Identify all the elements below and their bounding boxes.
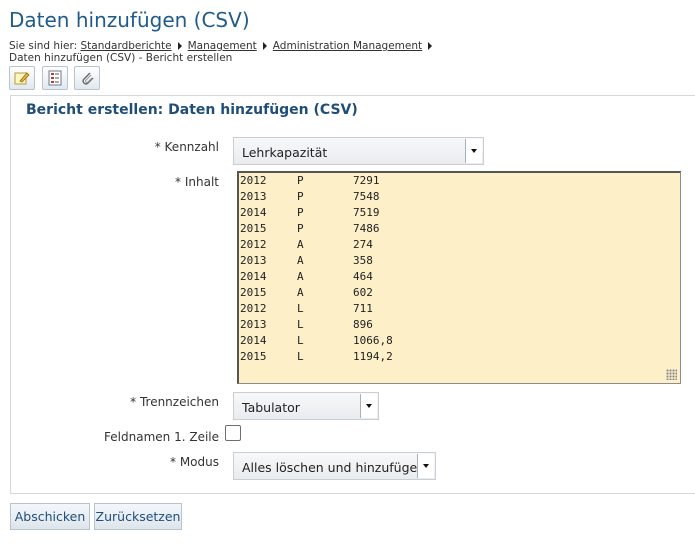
inhalt-year: 2015 bbox=[240, 350, 267, 363]
inhalt-value: 274 bbox=[353, 238, 373, 251]
modus-select[interactable]: Alles löschen und hinzufügen bbox=[233, 452, 436, 480]
modus-dropdown-arrow[interactable] bbox=[417, 454, 434, 478]
inhalt-year: 2015 bbox=[240, 222, 267, 235]
kennzahl-label: * Kennzahl bbox=[154, 140, 219, 154]
inhalt-year: 2012 bbox=[240, 302, 267, 315]
inhalt-code: A bbox=[297, 286, 304, 299]
modus-label: * Modus bbox=[170, 455, 219, 469]
inhalt-value: 711 bbox=[353, 302, 373, 315]
inhalt-label: * Inhalt bbox=[175, 175, 219, 189]
trennzeichen-value: Tabulator bbox=[242, 400, 300, 415]
inhalt-year: 2013 bbox=[240, 190, 267, 203]
reset-button[interactable]: Zurücksetzen bbox=[94, 503, 182, 530]
breadcrumb-arrow-icon bbox=[177, 41, 182, 50]
trennzeichen-select[interactable]: Tabulator bbox=[233, 392, 379, 420]
inhalt-code: L bbox=[297, 318, 304, 331]
list-icon bbox=[48, 70, 62, 86]
inhalt-code: L bbox=[297, 334, 304, 347]
inhalt-code: L bbox=[297, 302, 304, 315]
inhalt-textarea[interactable]: 2012 P 7291 2013 P 7548 2014 P 7519 2015 P 7486 2012… bbox=[237, 171, 681, 384]
edit-button[interactable] bbox=[9, 66, 35, 90]
breadcrumb-arrow-icon bbox=[428, 41, 433, 50]
feldnamen-checkbox[interactable] bbox=[225, 425, 241, 441]
inhalt-code: A bbox=[297, 238, 304, 251]
attachment-button[interactable] bbox=[74, 66, 100, 90]
breadcrumb-link-management[interactable]: Management bbox=[188, 40, 257, 52]
inhalt-value: 602 bbox=[353, 286, 373, 299]
breadcrumb-current: Daten hinzufügen (CSV) - Bericht erstell… bbox=[9, 52, 233, 64]
inhalt-year: 2013 bbox=[240, 318, 267, 331]
attachment-icon bbox=[82, 72, 94, 85]
inhalt-year: 2013 bbox=[240, 254, 267, 267]
inhalt-code: P bbox=[297, 222, 304, 235]
chevron-down-icon bbox=[471, 149, 477, 153]
resize-grip-icon[interactable] bbox=[666, 369, 677, 380]
kennzahl-value: Lehrkapazität bbox=[242, 145, 328, 160]
breadcrumb-link-standardberichte[interactable]: Standardberichte bbox=[80, 40, 171, 52]
inhalt-value: 464 bbox=[353, 270, 373, 283]
inhalt-year: 2012 bbox=[240, 238, 267, 251]
inhalt-value: 7486 bbox=[353, 222, 380, 235]
inhalt-code: P bbox=[297, 174, 304, 187]
breadcrumb: Sie sind hier: Standardberichte Managemen… bbox=[9, 40, 449, 64]
kennzahl-dropdown-arrow[interactable] bbox=[465, 139, 482, 163]
submit-button[interactable]: Abschicken bbox=[10, 503, 90, 530]
inhalt-value: 896 bbox=[353, 318, 373, 331]
page-title: Daten hinzufügen (CSV) bbox=[9, 8, 250, 32]
edit-icon bbox=[14, 72, 30, 85]
kennzahl-select[interactable]: Lehrkapazität bbox=[233, 137, 484, 165]
chevron-down-icon bbox=[366, 404, 372, 408]
inhalt-code: L bbox=[297, 350, 304, 363]
inhalt-value: 1066,8 bbox=[353, 334, 393, 347]
feldnamen-label: Feldnamen 1. Zeile bbox=[104, 430, 219, 444]
inhalt-code: P bbox=[297, 206, 304, 219]
breadcrumb-link-administration-management[interactable]: Administration Management bbox=[273, 40, 422, 52]
list-button[interactable] bbox=[42, 66, 68, 90]
inhalt-code: A bbox=[297, 254, 304, 267]
inhalt-year: 2014 bbox=[240, 270, 267, 283]
inhalt-code: P bbox=[297, 190, 304, 203]
trennzeichen-label: * Trennzeichen bbox=[130, 395, 219, 409]
breadcrumb-arrow-icon bbox=[262, 41, 267, 50]
inhalt-year: 2014 bbox=[240, 206, 267, 219]
inhalt-value: 1194,2 bbox=[353, 350, 393, 363]
inhalt-year: 2012 bbox=[240, 174, 267, 187]
trennzeichen-dropdown-arrow[interactable] bbox=[360, 394, 377, 418]
modus-value: Alles löschen und hinzufügen bbox=[242, 460, 426, 475]
inhalt-value: 358 bbox=[353, 254, 373, 267]
inhalt-year: 2015 bbox=[240, 286, 267, 299]
inhalt-value: 7548 bbox=[353, 190, 380, 203]
inhalt-value: 7291 bbox=[353, 174, 380, 187]
inhalt-year: 2014 bbox=[240, 334, 267, 347]
inhalt-code: A bbox=[297, 270, 304, 283]
form-title: Bericht erstellen: Daten hinzufügen (CSV… bbox=[26, 102, 358, 118]
chevron-down-icon bbox=[423, 464, 429, 468]
inhalt-value: 7519 bbox=[353, 206, 380, 219]
breadcrumb-prefix: Sie sind hier: bbox=[9, 40, 78, 52]
